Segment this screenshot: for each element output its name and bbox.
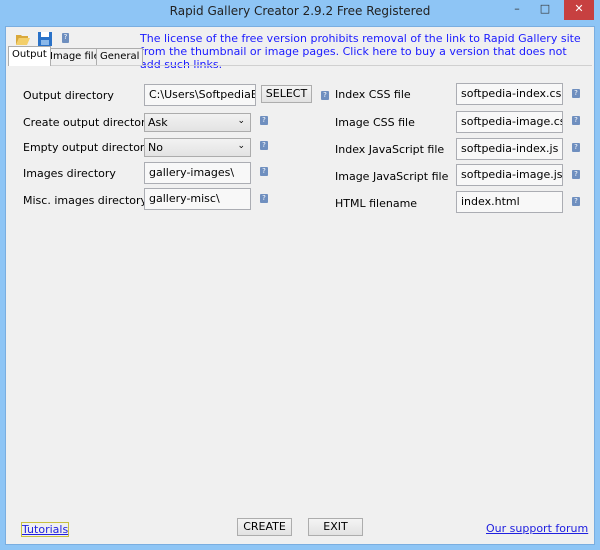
help-icon[interactable]: ? [260, 194, 268, 203]
images-directory-input[interactable]: gallery-images\ [144, 162, 251, 184]
index-js-input[interactable]: softpedia-index.js [456, 138, 563, 160]
create-output-directory-label: Create output directory [23, 116, 153, 129]
misc-images-directory-label: Misc. images directory [23, 194, 148, 207]
output-panel [8, 65, 592, 543]
output-directory-label: Output directory [23, 89, 114, 102]
selected-value: Ask [148, 116, 168, 129]
help-icon[interactable]: ? [260, 141, 268, 150]
minimize-button[interactable]: – [504, 0, 530, 20]
misc-images-directory-input[interactable]: gallery-misc\ [144, 188, 251, 210]
image-js-label: Image JavaScript file [335, 170, 449, 183]
output-directory-input[interactable]: C:\Users\SoftpediaE [144, 84, 256, 106]
folder-open-icon[interactable] [15, 31, 31, 47]
support-forum-link[interactable]: Our support forum [486, 522, 588, 535]
help-icon[interactable]: ? [572, 116, 580, 125]
image-js-input[interactable]: softpedia-image.js [456, 164, 563, 186]
title-bar: Rapid Gallery Creator 2.9.2 Free Registe… [0, 0, 600, 24]
chevron-down-icon: ⌄ [237, 116, 245, 126]
help-icon[interactable]: ? [260, 116, 268, 125]
images-directory-label: Images directory [23, 167, 116, 180]
save-icon[interactable] [37, 31, 53, 47]
exit-button[interactable]: EXIT [308, 518, 363, 536]
select-button[interactable]: SELECT [261, 85, 312, 103]
help-icon[interactable]: ? [572, 170, 580, 179]
help-icon[interactable]: ? [321, 91, 329, 100]
html-filename-label: HTML filename [335, 197, 418, 210]
help-icon[interactable]: ? [572, 197, 580, 206]
index-css-label: Index CSS file [335, 88, 411, 101]
image-css-label: Image CSS file [335, 116, 415, 129]
close-button[interactable]: ✕ [564, 0, 594, 20]
tab-general[interactable]: General [96, 48, 144, 65]
help-icon[interactable]: ? [62, 33, 69, 43]
chevron-down-icon: ⌄ [237, 141, 245, 151]
create-output-directory-select[interactable]: Ask ⌄ [144, 113, 251, 132]
html-filename-input[interactable]: index.html [456, 191, 563, 213]
selected-value: No [148, 141, 163, 154]
empty-output-directory-select[interactable]: No ⌄ [144, 138, 251, 157]
help-icon[interactable]: ? [572, 143, 580, 152]
main-window: ? The license of the free version prohib… [5, 26, 595, 545]
tab-output[interactable]: Output [8, 46, 51, 66]
index-js-label: Index JavaScript file [335, 143, 445, 156]
index-css-input[interactable]: softpedia-index.css [456, 83, 563, 105]
maximize-button[interactable]: □ [532, 0, 558, 20]
create-button[interactable]: CREATE [237, 518, 292, 536]
help-icon[interactable]: ? [572, 89, 580, 98]
help-icon[interactable]: ? [260, 167, 268, 176]
empty-output-directory-label: Empty output directory [23, 141, 151, 154]
tutorials-link[interactable]: Tutorials [21, 522, 70, 537]
image-css-input[interactable]: softpedia-image.css [456, 111, 563, 133]
